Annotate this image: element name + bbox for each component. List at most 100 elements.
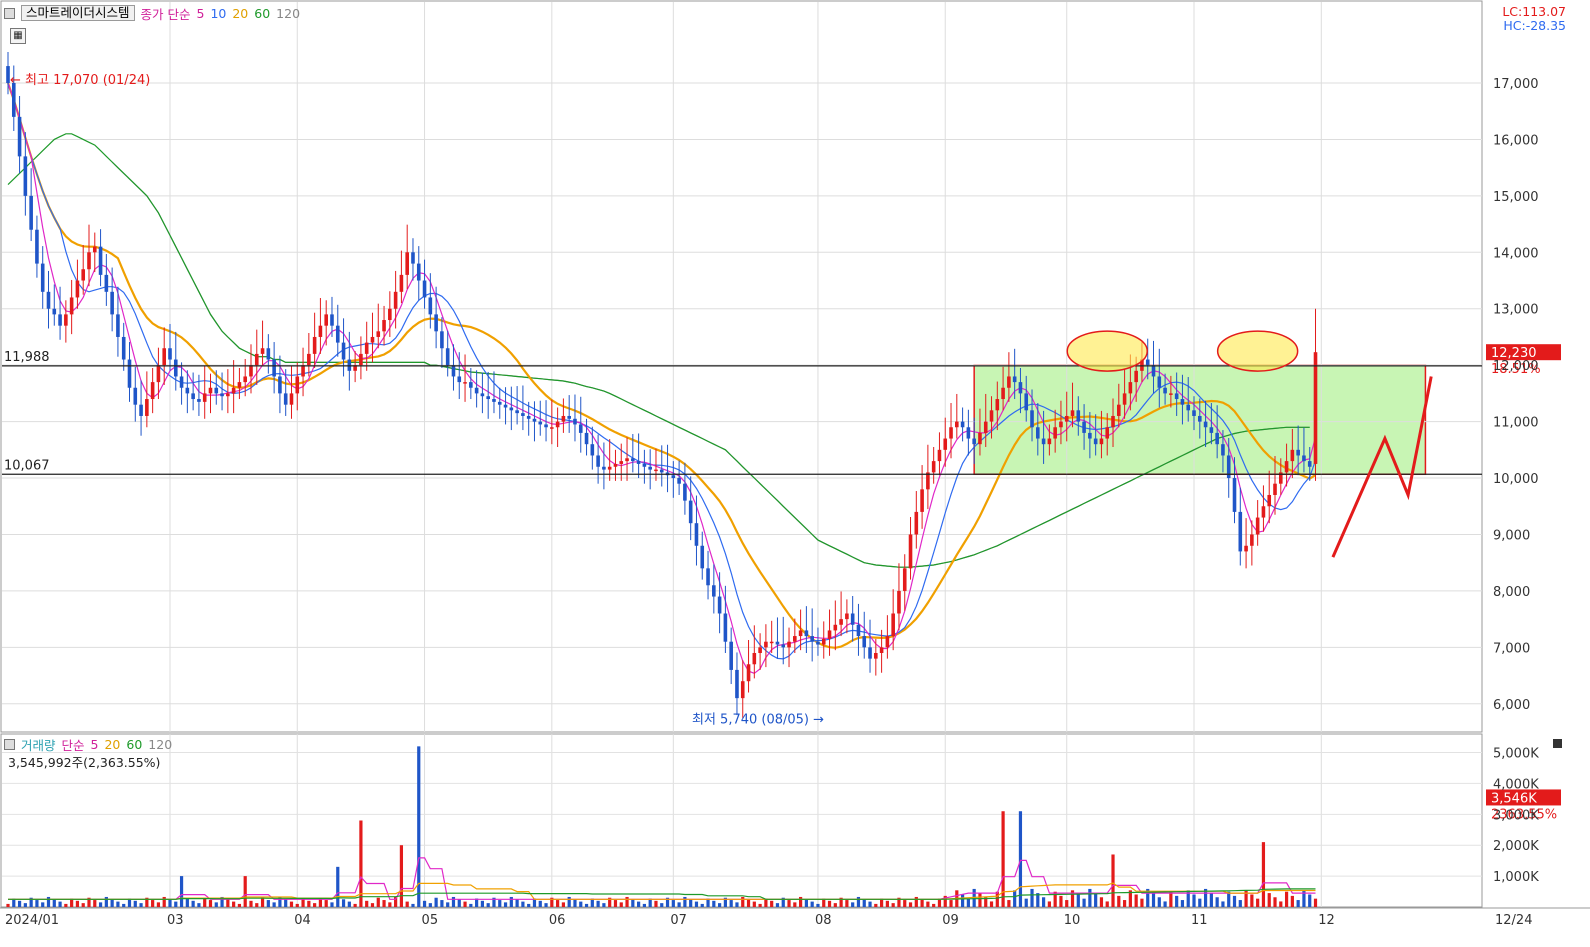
volume-bar xyxy=(353,903,357,907)
volume-bar xyxy=(1313,898,1318,907)
candle-body xyxy=(1024,393,1029,411)
volume-bar xyxy=(1082,898,1086,907)
price-tick-label: 8,000 xyxy=(1493,585,1530,600)
volume-bar xyxy=(226,899,230,907)
volume-bar xyxy=(746,899,751,907)
candle-body xyxy=(260,348,265,354)
vol-ma60-legend: 60 xyxy=(126,736,143,752)
volume-bar xyxy=(596,900,600,907)
volume-bar xyxy=(1221,901,1225,907)
volume-bar xyxy=(619,902,623,907)
candle-body xyxy=(1064,415,1069,422)
candle-body xyxy=(393,291,398,309)
volume-bar xyxy=(336,866,340,907)
candle-body xyxy=(746,664,751,682)
volume-bar xyxy=(694,901,699,907)
volume-bar xyxy=(185,898,189,907)
candle-body xyxy=(87,252,91,270)
candle-body xyxy=(347,359,352,371)
candle-body xyxy=(359,353,363,366)
volume-bar xyxy=(845,900,849,907)
volume-bar xyxy=(1041,897,1046,907)
candle-body xyxy=(931,461,936,473)
candle-body xyxy=(81,269,86,281)
candle-body xyxy=(116,314,120,337)
price-tick-label: 12,000 xyxy=(1493,359,1539,374)
candle-body xyxy=(983,421,988,433)
volume-bar xyxy=(266,900,270,907)
candle-body xyxy=(1036,427,1040,439)
candle-body xyxy=(625,458,629,462)
volume-bar xyxy=(1290,895,1294,907)
volume-bar xyxy=(793,902,797,907)
volume-tick-label: 1,000K xyxy=(1493,870,1539,885)
grid-toggle-icon[interactable]: ▦ xyxy=(10,28,26,44)
volume-bar xyxy=(584,903,589,907)
candle-body xyxy=(856,624,861,637)
collapse-icon[interactable] xyxy=(1553,739,1562,748)
volume-bar xyxy=(463,901,467,907)
candle-body xyxy=(874,652,878,659)
candle-body xyxy=(150,382,155,400)
candle-body xyxy=(567,415,571,419)
candle-body xyxy=(422,280,427,298)
volume-bar xyxy=(139,903,143,907)
volume-bar xyxy=(197,903,201,907)
candle-body xyxy=(1203,421,1208,428)
candle-body xyxy=(607,466,612,470)
window-menu-icon[interactable] xyxy=(4,7,15,19)
candle-body xyxy=(1255,517,1260,535)
candle-body xyxy=(735,669,739,699)
volume-bar xyxy=(295,903,299,907)
candle-body xyxy=(758,647,762,653)
volume-tick-label: 2,000K xyxy=(1493,839,1539,854)
candle-body xyxy=(1117,404,1121,416)
candle-body xyxy=(902,568,907,591)
candle-body xyxy=(1001,387,1005,400)
candle-body xyxy=(145,399,149,416)
volume-bar xyxy=(677,902,681,907)
candle-body xyxy=(550,427,554,429)
price-tick-label: 14,000 xyxy=(1493,246,1539,261)
vol-ma120-legend: 120 xyxy=(148,736,173,752)
candle-body xyxy=(399,274,404,292)
volume-bar xyxy=(862,899,866,907)
candle-body xyxy=(845,613,849,620)
candle-body xyxy=(862,636,867,648)
candle-body xyxy=(1273,483,1277,495)
candle-body xyxy=(197,399,201,402)
candle-body xyxy=(237,382,242,388)
candle-body xyxy=(578,424,583,433)
volume-bar xyxy=(1308,894,1312,907)
candle-body xyxy=(503,404,508,408)
volume-bar xyxy=(376,897,380,907)
volume-bar xyxy=(885,900,889,907)
volume-bar xyxy=(399,845,404,907)
candle-body xyxy=(492,399,496,402)
candle-body xyxy=(885,636,890,648)
volume-bar xyxy=(631,899,635,907)
ma10-legend: 10 xyxy=(210,5,227,21)
volume-bar xyxy=(509,896,513,907)
volume-bar xyxy=(469,903,473,907)
candle-body xyxy=(804,630,809,637)
volume-bar xyxy=(741,896,745,907)
volume-bar xyxy=(735,902,739,907)
candle-body xyxy=(364,342,369,354)
candle-body xyxy=(972,438,976,445)
date-tick-label: 12 xyxy=(1318,913,1335,928)
candle-body xyxy=(839,619,843,625)
stock-title[interactable]: 스마트레이더시스템 xyxy=(21,5,135,21)
candle-body xyxy=(914,511,919,535)
volume-bar xyxy=(515,899,519,907)
volume-bar xyxy=(1018,811,1023,907)
candle-body xyxy=(92,246,97,253)
candle-body xyxy=(723,613,728,642)
candle-body xyxy=(341,342,346,360)
volume-bar xyxy=(891,903,895,907)
candle-body xyxy=(1238,511,1243,552)
volume-menu-icon[interactable] xyxy=(4,738,15,750)
candle-body xyxy=(451,365,456,377)
candle-body xyxy=(220,393,224,397)
candle-body xyxy=(712,585,716,597)
